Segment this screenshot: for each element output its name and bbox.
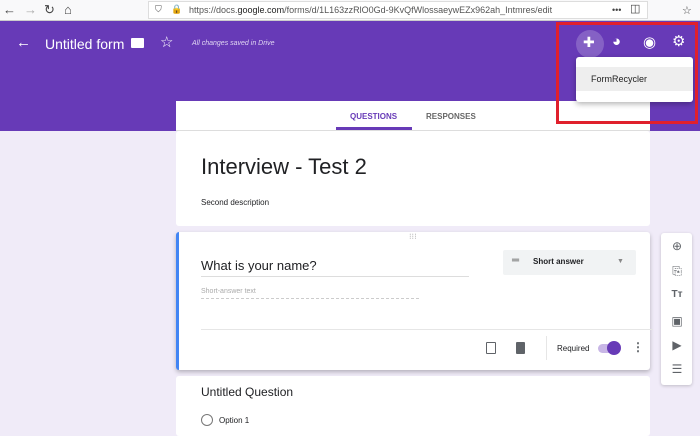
add-video-icon[interactable]: ▶ bbox=[670, 338, 684, 352]
import-questions-icon[interactable]: ⎘ bbox=[670, 264, 684, 279]
lock-icon: 🔒 bbox=[171, 4, 183, 14]
short-text-icon: ═ bbox=[512, 255, 520, 266]
question-type-label: Short answer bbox=[533, 257, 584, 266]
star-icon[interactable]: ☆ bbox=[160, 33, 173, 51]
question-title[interactable]: Untitled Question bbox=[201, 385, 293, 399]
url-path: /forms/d/1L163zzRlO0Gd-9KvQfWlossaeywEZx… bbox=[284, 5, 553, 15]
add-title-icon[interactable]: Tт bbox=[670, 289, 684, 300]
divider bbox=[201, 329, 653, 330]
question-card[interactable]: Untitled Question Option 1 bbox=[176, 376, 650, 436]
delete-icon[interactable] bbox=[516, 342, 525, 354]
more-options-icon[interactable]: ⋮ bbox=[632, 340, 644, 354]
home-icon[interactable]: ⌂ bbox=[64, 2, 72, 17]
radio-icon bbox=[201, 414, 213, 426]
form-description[interactable]: Second description bbox=[201, 198, 269, 207]
shield-icon: ⛉ bbox=[155, 4, 162, 14]
back-arrow-icon[interactable]: ← bbox=[16, 34, 31, 51]
add-image-icon[interactable]: ▣ bbox=[670, 314, 684, 328]
form-title[interactable]: Interview - Test 2 bbox=[201, 154, 367, 180]
forward-icon[interactable]: → bbox=[24, 2, 37, 17]
form-name[interactable]: Untitled form bbox=[45, 36, 124, 52]
question-toolbar: ⊕ ⎘ Tт ▣ ▶ ☰ bbox=[661, 233, 692, 385]
divider bbox=[546, 336, 547, 360]
toggle-knob bbox=[607, 341, 621, 355]
add-question-icon[interactable]: ⊕ bbox=[670, 239, 684, 253]
active-tab-indicator bbox=[336, 127, 412, 130]
folder-icon[interactable] bbox=[131, 38, 144, 48]
dropdown-arrow-icon: ▼ bbox=[617, 258, 624, 265]
reload-icon[interactable]: ↻ bbox=[44, 2, 55, 18]
pocket-icon[interactable]: ◫ bbox=[630, 2, 640, 15]
save-status: All changes saved in Drive bbox=[192, 40, 275, 47]
more-icon[interactable]: ••• bbox=[612, 5, 621, 15]
required-label: Required bbox=[557, 344, 590, 353]
question-card[interactable]: ⁝⁝⁝ What is your name? ═ Short answer ▼ … bbox=[176, 232, 653, 370]
tab-responses[interactable]: RESPONSES bbox=[426, 112, 476, 121]
url-bar[interactable]: ⛉ 🔒 https://docs.google.com/forms/d/1L16… bbox=[148, 1, 648, 19]
duplicate-icon[interactable] bbox=[486, 342, 496, 354]
url-domain: google.com bbox=[237, 5, 285, 15]
option-label[interactable]: Option 1 bbox=[219, 416, 249, 425]
tab-questions[interactable]: QUESTIONS bbox=[350, 112, 397, 121]
short-answer-placeholder: Short-answer text bbox=[201, 288, 419, 299]
question-title-input[interactable]: What is your name? bbox=[201, 258, 469, 277]
back-icon[interactable]: ← bbox=[3, 2, 16, 17]
form-header-card: Interview - Test 2 Second description bbox=[176, 131, 650, 226]
add-section-icon[interactable]: ☰ bbox=[670, 362, 684, 376]
url-prefix: https://docs. bbox=[189, 5, 238, 15]
browser-toolbar: ← → ↻ ⌂ ⛉ 🔒 https://docs.google.com/form… bbox=[0, 0, 700, 21]
highlight-annotation bbox=[556, 22, 698, 124]
drag-handle-icon[interactable]: ⁝⁝⁝ bbox=[409, 232, 417, 241]
bookmark-star-icon[interactable]: ☆ bbox=[682, 4, 692, 17]
question-type-select[interactable]: ═ Short answer ▼ bbox=[503, 250, 636, 275]
